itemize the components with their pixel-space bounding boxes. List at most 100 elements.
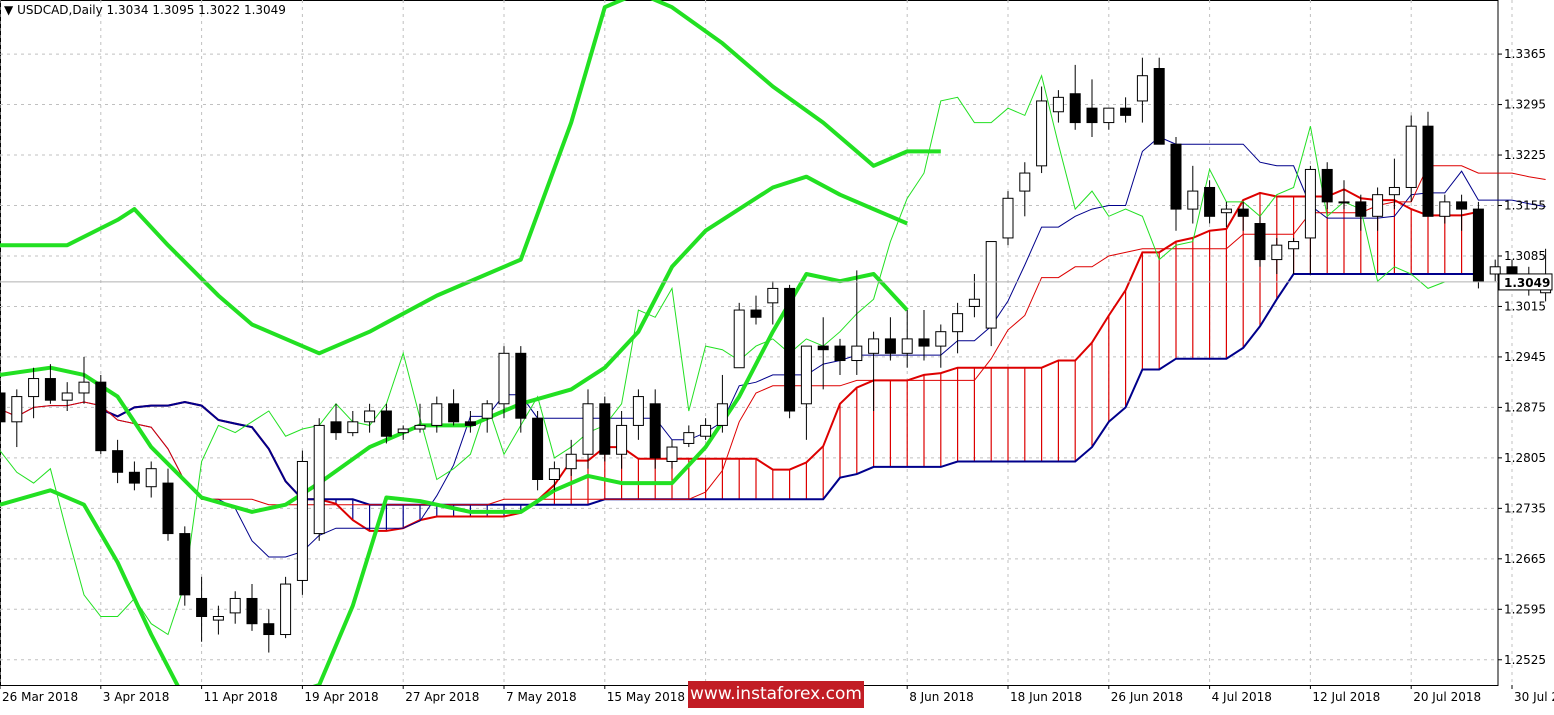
candle-body [28, 378, 40, 398]
candle-body [1321, 168, 1333, 203]
bollinger-upper-band [0, 0, 941, 356]
candle-body [750, 309, 762, 318]
candle-body [1288, 241, 1300, 250]
candle-body [1153, 68, 1165, 145]
candle-body [397, 428, 409, 434]
chart-title: ▼ USDCAD,Daily 1.3034 1.3095 1.3022 1.30… [4, 3, 286, 17]
candle-body [1136, 75, 1148, 102]
grid-layer [0, 0, 1513, 686]
candle-body [1204, 186, 1216, 217]
candle-body [431, 403, 443, 426]
candle-body [616, 424, 628, 455]
candle-body [1086, 107, 1098, 124]
x-tick-label: 27 Apr 2018 [405, 690, 479, 704]
candle-body [1052, 96, 1064, 113]
y-tick-label: 1.3015 [1504, 299, 1546, 313]
candle-body [263, 623, 275, 636]
candle-body [968, 298, 980, 307]
y-tick-label: 1.2525 [1504, 653, 1546, 667]
price-chart: 1.3365 1.3295 1.3225 1.3155 1.3085 1.3015 1.29… [0, 0, 1554, 704]
x-tick-label: 15 May 2018 [607, 690, 685, 704]
y-tick-label: 1.2735 [1504, 501, 1546, 515]
candle-body [767, 287, 779, 304]
candle-body [313, 424, 325, 535]
candle-body [128, 471, 140, 484]
x-tick-label: 3 Apr 2018 [103, 690, 170, 704]
y-tick-label: 1.3365 [1504, 47, 1546, 61]
candle-body [1237, 208, 1249, 217]
candle-body [851, 345, 863, 362]
candle-body [1304, 168, 1316, 239]
candle-body [784, 287, 796, 412]
symbol-label: USDCAD,Daily [17, 3, 103, 17]
watermark-logo: www.instaforex.com [688, 681, 864, 708]
candle-body [868, 338, 880, 354]
candle-body [1506, 266, 1518, 275]
y-tick-label: 1.3225 [1504, 148, 1546, 162]
candle-body [347, 421, 359, 434]
candle-body [179, 533, 191, 596]
candle-body [1254, 223, 1266, 261]
candle-body [1069, 93, 1081, 124]
candle-body [498, 352, 510, 405]
candle-body [817, 345, 829, 351]
candle-body [95, 381, 107, 452]
candle-body [0, 392, 6, 423]
candle-body [1439, 201, 1451, 217]
candle-body [380, 410, 392, 437]
candle-body [448, 403, 460, 423]
bollinger-middle-band [0, 174, 908, 514]
candle-body [1103, 107, 1115, 124]
y-tick-label: 1.2805 [1504, 451, 1546, 465]
candle-body [11, 396, 23, 423]
x-tick-label: 8 Jun 2018 [909, 690, 974, 704]
candle-body [935, 331, 947, 347]
x-tick-label: 30 Jul 2018 [1514, 690, 1554, 704]
candle-body [229, 597, 241, 614]
candle-body [464, 421, 476, 426]
candle-body [246, 597, 258, 625]
candle-body [212, 616, 224, 621]
candle-body [582, 403, 594, 455]
candle-body [716, 403, 728, 426]
candle-body [78, 381, 90, 394]
candle-body [1338, 201, 1350, 204]
candle-body [515, 352, 527, 419]
candle-body [196, 597, 208, 618]
candle-body [296, 460, 308, 581]
candle-body [280, 583, 292, 636]
y-tick-label: 1.3155 [1504, 199, 1546, 213]
candle-body [532, 417, 544, 481]
candle-body [44, 378, 56, 401]
candle-body [565, 453, 577, 470]
candle-body [1036, 100, 1048, 167]
candle-body [162, 482, 174, 535]
plot-frame [0, 0, 1499, 686]
candle-body [1372, 194, 1384, 217]
candle-body [112, 450, 124, 473]
candle-body [364, 410, 376, 423]
candle-body [1120, 107, 1132, 116]
candle-body [599, 403, 611, 455]
x-tick-label: 26 Jun 2018 [1111, 690, 1183, 704]
y-tick-label: 1.3295 [1504, 98, 1546, 112]
candle-body [1422, 125, 1434, 217]
x-tick-label: 20 Jul 2018 [1413, 690, 1481, 704]
candle-body [666, 446, 678, 462]
candle-body [884, 338, 896, 354]
candle-body [481, 403, 493, 419]
candle-body [834, 345, 846, 362]
candle-body [649, 403, 661, 459]
y-tick-label: 1.2945 [1504, 350, 1546, 364]
chart-root: 1.3365 1.3295 1.3225 1.3155 1.3085 1.3015 1.29… [0, 0, 1554, 710]
candle-body [1355, 201, 1367, 217]
candle-body [901, 338, 913, 354]
triangle-down-icon[interactable]: ▼ [4, 3, 13, 17]
candle-body [683, 432, 695, 444]
ohlc-label: 1.3034 1.3095 1.3022 1.3049 [106, 3, 286, 17]
candlestick-series [0, 57, 1552, 653]
candle-body [918, 338, 930, 347]
x-tick-label: 26 Mar 2018 [2, 690, 78, 704]
y-tick-label: 1.2595 [1504, 602, 1546, 616]
candle-body [1170, 143, 1182, 210]
